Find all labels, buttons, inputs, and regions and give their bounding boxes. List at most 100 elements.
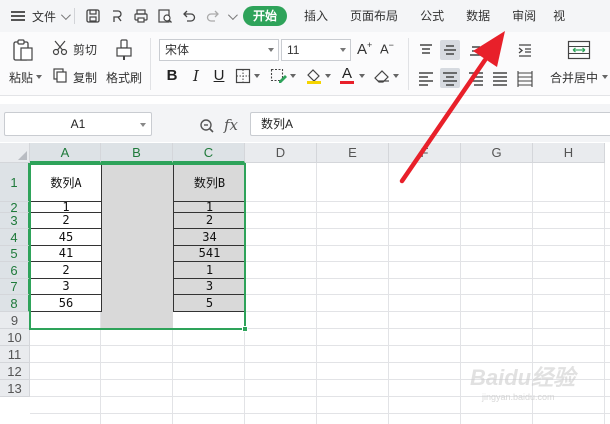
column-header-f[interactable]: F xyxy=(389,143,461,163)
borders-icon[interactable] xyxy=(235,68,251,84)
align-right-icon[interactable] xyxy=(466,68,486,88)
cell-style-icon[interactable] xyxy=(270,68,288,84)
underline-icon[interactable]: U xyxy=(209,66,229,86)
formula-input[interactable]: 数列A xyxy=(250,112,610,136)
cell-c4[interactable]: 34 xyxy=(173,228,246,246)
cell-a7[interactable]: 3 xyxy=(30,278,102,295)
font-color-dropdown-icon[interactable] xyxy=(359,74,365,78)
format-painter-icon[interactable] xyxy=(115,38,135,62)
row-header-6[interactable]: 6 xyxy=(0,262,30,279)
column-header-d[interactable]: D xyxy=(245,143,317,163)
copy-icon[interactable] xyxy=(52,67,68,83)
cell-c6[interactable]: 1 xyxy=(173,261,246,279)
row-header-3[interactable]: 3 xyxy=(0,213,30,229)
bold-icon[interactable]: B xyxy=(162,66,182,86)
undo-icon[interactable] xyxy=(181,8,197,24)
tab-page-layout[interactable]: 页面布局 xyxy=(339,0,409,32)
italic-icon[interactable]: I xyxy=(186,66,206,86)
borders-dropdown-icon[interactable] xyxy=(254,74,260,78)
row-header-2[interactable]: 2 xyxy=(0,201,30,214)
scissors-icon[interactable] xyxy=(52,40,70,56)
row-header-8[interactable]: 8 xyxy=(0,295,30,312)
tab-insert[interactable]: 插入 xyxy=(293,0,339,32)
cell-c3[interactable]: 2 xyxy=(173,212,246,229)
cell-c8[interactable]: 5 xyxy=(173,294,246,312)
insert-function-icon[interactable]: fx xyxy=(224,116,238,134)
fill-color-icon[interactable] xyxy=(305,67,323,85)
redo-icon[interactable] xyxy=(205,8,221,24)
clear-format-icon[interactable] xyxy=(373,68,391,84)
tab-view[interactable]: 视 xyxy=(547,0,576,32)
name-box-dropdown-icon[interactable] xyxy=(140,123,146,127)
merge-dropdown-icon[interactable] xyxy=(602,75,608,79)
align-left-icon[interactable] xyxy=(416,68,436,88)
cell-c1[interactable]: 数列B xyxy=(173,163,246,203)
column-header-h[interactable]: H xyxy=(533,143,605,163)
paste-button[interactable]: 粘贴 xyxy=(9,69,33,86)
clear-format-dropdown-icon[interactable] xyxy=(393,74,399,78)
quick-access-more-icon[interactable] xyxy=(227,9,238,20)
merge-center-icon[interactable] xyxy=(567,40,591,60)
menu-hamburger-icon[interactable] xyxy=(11,11,25,21)
row-header-10[interactable]: 10 xyxy=(0,329,30,346)
align-bottom-icon[interactable] xyxy=(466,40,486,60)
copy-button[interactable]: 复制 xyxy=(73,69,97,86)
row-header-4[interactable]: 4 xyxy=(0,229,30,246)
font-name-dropdown-icon[interactable] xyxy=(268,48,274,52)
row-header-12[interactable]: 12 xyxy=(0,363,30,380)
row-header-13[interactable]: 13 xyxy=(0,380,30,397)
cell-a5[interactable]: 41 xyxy=(30,245,102,262)
fill-color-dropdown-icon[interactable] xyxy=(325,74,331,78)
cell-a4[interactable]: 45 xyxy=(30,228,102,246)
column-header-g[interactable]: G xyxy=(461,143,533,163)
zoom-search-icon[interactable] xyxy=(199,118,215,137)
tab-home[interactable]: 开始 xyxy=(243,6,288,26)
decrease-font-icon[interactable]: A− xyxy=(380,40,394,56)
row-header-11[interactable]: 11 xyxy=(0,346,30,363)
fill-handle[interactable] xyxy=(242,326,248,332)
cell-style-dropdown-icon[interactable] xyxy=(290,74,296,78)
align-top-icon[interactable] xyxy=(416,40,436,60)
cell-c5[interactable]: 541 xyxy=(173,245,246,262)
indent-icon[interactable] xyxy=(515,40,535,60)
distributed-align-icon[interactable] xyxy=(515,68,535,88)
font-color-icon[interactable]: A xyxy=(340,65,354,84)
align-center-icon[interactable] xyxy=(440,68,460,88)
select-all-corner[interactable] xyxy=(0,143,30,163)
column-header-b[interactable]: B xyxy=(101,143,173,163)
print-preview-icon[interactable] xyxy=(157,8,173,24)
merge-center-button[interactable]: 合并居中 xyxy=(550,69,598,86)
cell-a1[interactable]: 数列A xyxy=(30,163,102,203)
cut-button[interactable]: 剪切 xyxy=(73,41,97,58)
paste-icon[interactable] xyxy=(12,38,34,62)
tab-formulas[interactable]: 公式 xyxy=(409,0,455,32)
name-box[interactable]: A1 xyxy=(4,112,152,136)
file-menu[interactable]: 文件 xyxy=(32,8,56,25)
row-header-9[interactable]: 9 xyxy=(0,312,30,329)
format-painter-button[interactable]: 格式刷 xyxy=(106,69,142,86)
paste-dropdown-icon[interactable] xyxy=(36,75,42,79)
save-icon[interactable] xyxy=(85,8,101,24)
file-menu-chevron-icon[interactable] xyxy=(60,9,71,20)
tab-data[interactable]: 数据 xyxy=(455,0,501,32)
tab-review[interactable]: 审阅 xyxy=(501,0,547,32)
increase-font-icon[interactable]: A+ xyxy=(357,40,372,58)
column-header-e[interactable]: E xyxy=(317,143,389,163)
export-icon[interactable] xyxy=(109,8,125,24)
cell-a3[interactable]: 2 xyxy=(30,212,102,229)
font-size-dropdown-icon[interactable] xyxy=(340,48,346,52)
justify-icon[interactable] xyxy=(490,68,510,88)
align-middle-icon[interactable] xyxy=(440,40,460,60)
column-header-c[interactable]: C xyxy=(173,143,245,163)
font-name-select[interactable]: 宋体 xyxy=(159,39,279,61)
spreadsheet-grid[interactable]: A B C D E F G H 1 2 3 4 5 6 7 8 9 10 11 12 13 数列A 数列B 1 1 2 2 45 34 4… xyxy=(0,143,610,424)
row-header-7[interactable]: 7 xyxy=(0,279,30,295)
cell-a6[interactable]: 2 xyxy=(30,261,102,279)
column-header-a[interactable]: A xyxy=(30,143,101,163)
print-icon[interactable] xyxy=(133,8,149,24)
row-header-1[interactable]: 1 xyxy=(0,163,30,202)
cell-a8[interactable]: 56 xyxy=(30,294,102,312)
row-header-5[interactable]: 5 xyxy=(0,246,30,262)
cell-c7[interactable]: 3 xyxy=(173,278,246,295)
font-size-select[interactable]: 11 xyxy=(281,39,351,61)
